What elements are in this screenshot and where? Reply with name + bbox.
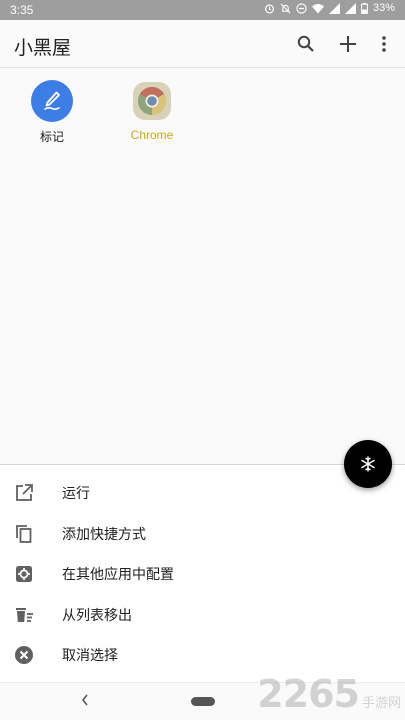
sheet-label-configure: 在其他应用中配置 [62,566,174,583]
sheet-label-run: 运行 [62,485,90,502]
sheet-item-add-shortcut[interactable]: 添加快捷方式 [0,514,405,555]
app-bar-actions [285,20,399,68]
nav-back-button[interactable] [80,693,90,712]
more-options-button[interactable] [369,20,399,68]
app-bar: 小黑屋 [0,20,405,68]
delete-list-icon [0,605,62,625]
action-list: 运行 添加快捷方式 在其他应用中配置 从列表移出 取消选择 [0,465,405,676]
app-tile-chrome[interactable]: Chrome [112,80,192,142]
sheet-label-add-shortcut: 添加快捷方式 [62,525,146,542]
freeze-fab-button[interactable] [344,440,392,488]
wifi-icon [311,3,324,13]
copy-icon [0,524,62,544]
nav-home-button[interactable] [191,697,215,706]
sheet-item-run[interactable]: 运行 [0,473,405,514]
sheet-item-deselect[interactable]: 取消选择 [0,635,405,676]
chrome-icon [133,82,171,120]
cancel-icon [0,645,62,665]
sheet-label-remove: 从列表移出 [62,606,132,623]
signal-icon-2 [344,2,356,14]
settings-icon [0,564,62,584]
status-icons: 33% [264,2,395,14]
open-in-new-icon [0,483,62,503]
add-icon [340,36,356,52]
sheet-item-remove[interactable]: 从列表移出 [0,595,405,636]
watermark-number: 2265 [257,672,360,716]
dnd-icon [296,2,307,14]
watermark-text: 手游网 [361,695,401,710]
app-label-notes: 标记 [39,130,64,144]
more-vert-icon [382,36,386,52]
watermark: 2265 手游网 [257,672,401,716]
app-label-chrome: Chrome [130,128,174,142]
battery-percent: 33% [372,2,395,14]
app-tile-notes[interactable]: 标记 [12,80,92,145]
mute-icon [280,3,291,13]
search-icon [297,35,314,52]
sheet-item-configure[interactable]: 在其他应用中配置 [0,554,405,595]
page-title: 小黑屋 [14,38,72,59]
snowflake-icon [361,456,375,472]
status-time: 3:35 [10,3,34,17]
signal-icon [328,2,340,14]
status-bar: 3:35 33% [0,0,405,20]
back-arrow-icon [81,694,88,706]
search-button[interactable] [285,20,327,68]
app-grid: 标记 Chrome [0,68,405,464]
notes-pen-icon [31,80,73,122]
alarm-icon [264,3,275,13]
action-sheet: 运行 添加快捷方式 在其他应用中配置 从列表移出 取消选择 [0,464,405,682]
sheet-label-deselect: 取消选择 [62,647,118,664]
add-button[interactable] [327,20,369,68]
battery-icon [361,2,368,14]
